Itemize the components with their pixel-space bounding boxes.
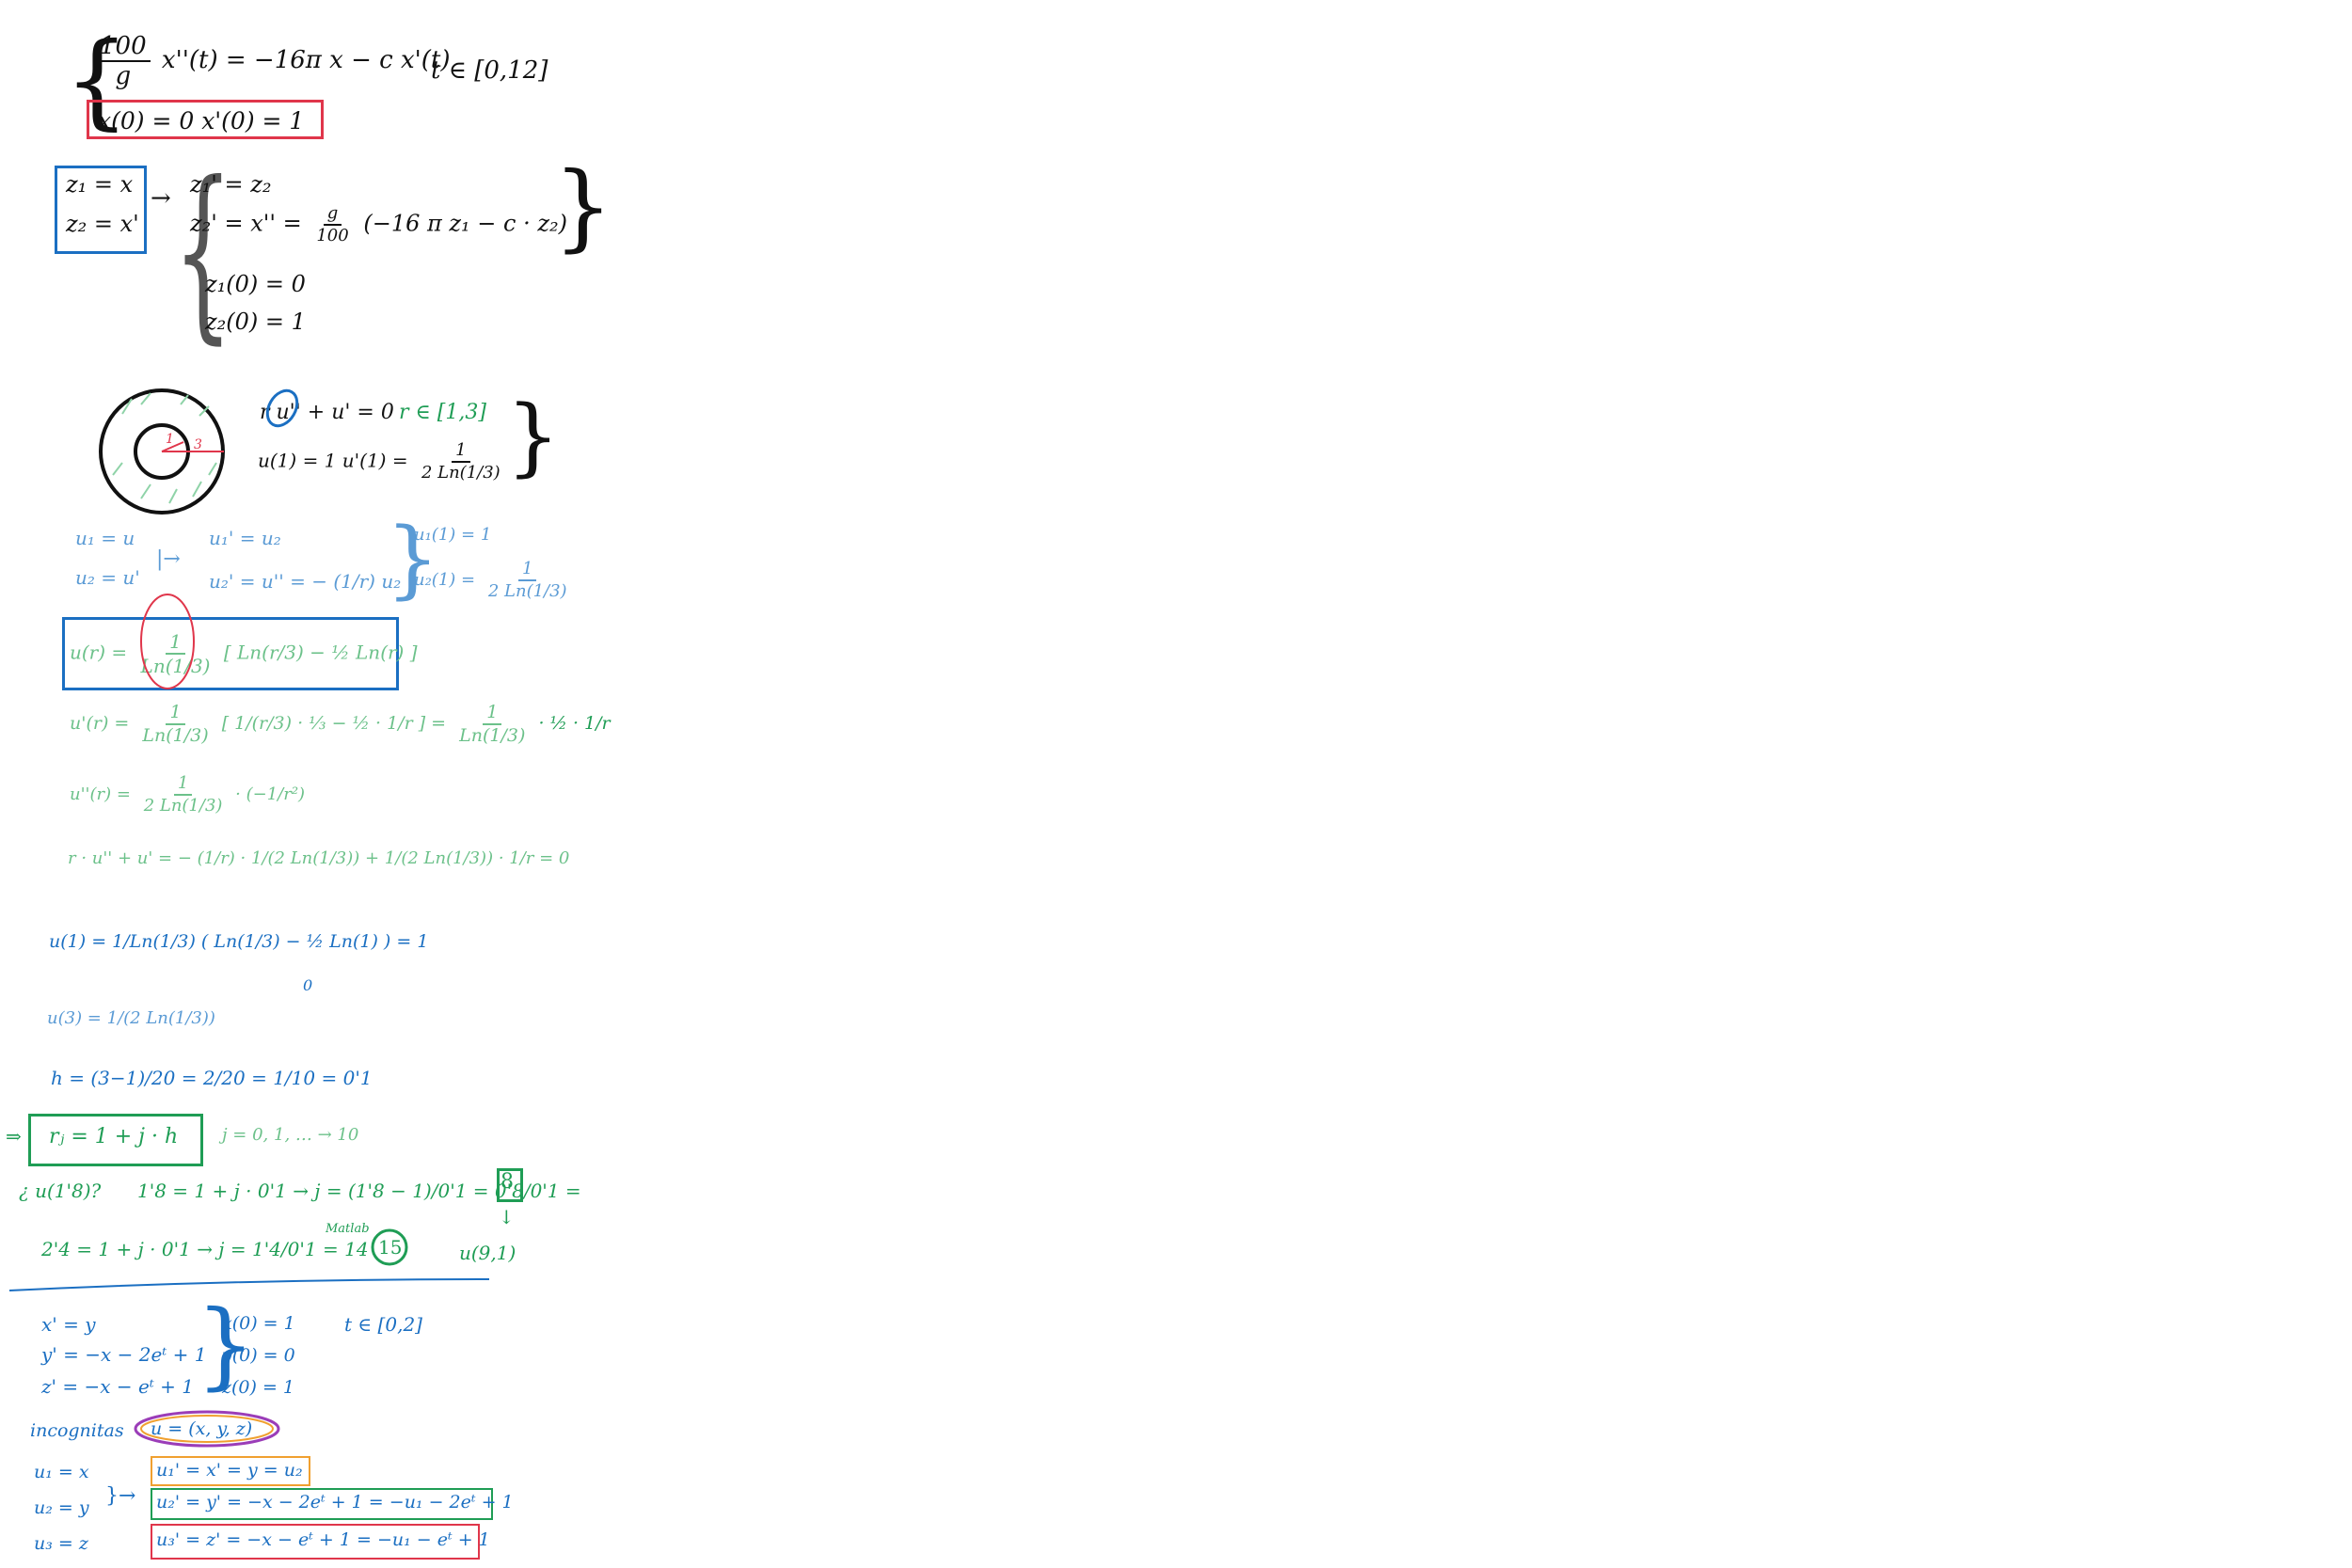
- p3-row2: u₂' = y' = −x − 2eᵗ + 1 = −u₁ − 2eᵗ + 1: [156, 1492, 514, 1513]
- p3-sub1: u₁ = x: [34, 1462, 89, 1482]
- p3-row1: u₁' = x' = y = u₂: [156, 1460, 303, 1481]
- p3-sub2: u₂ = y: [34, 1497, 89, 1518]
- p3-incognitas-oval: [134, 1410, 280, 1448]
- p3-sub3: u₃ = z: [34, 1533, 88, 1554]
- p3-incognitas-value: u = (x, y, z): [151, 1418, 253, 1439]
- p3-sub-arrow: }→: [105, 1484, 136, 1508]
- whiteboard-page: { 100 g x''(t) = −16π x − c x'(t) t ∈ [0,…: [0, 0, 2352, 1568]
- p3-row3: u₃' = z' = −x − eᵗ + 1 = −u₁ − eᵗ + 1: [156, 1529, 490, 1550]
